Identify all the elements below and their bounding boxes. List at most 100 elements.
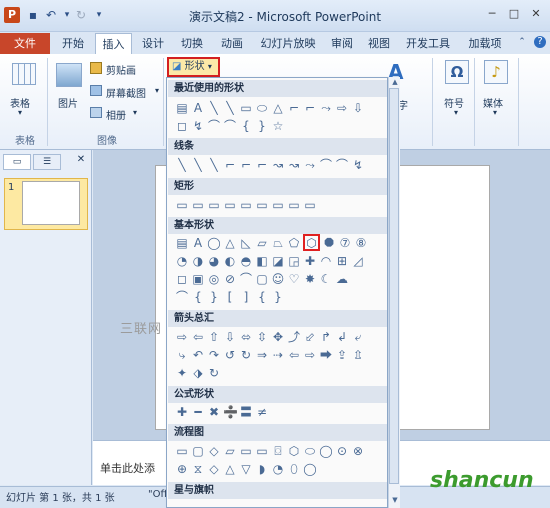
shape-option-icon[interactable]: ⊞ [335,254,349,268]
shape-option-icon[interactable]: ◺ [239,236,253,250]
shape-option-icon[interactable]: ⌒ [223,119,237,133]
shape-option-icon[interactable]: ⇦ [191,330,205,344]
tab-insert[interactable]: 插入 [95,33,132,54]
shape-option-icon[interactable]: △ [223,236,237,250]
scroll-up-icon[interactable]: ▲ [390,78,400,88]
shape-option-icon[interactable]: ⬭ [303,444,317,458]
tab-design[interactable]: 设计 [136,33,170,54]
shape-option-icon[interactable]: ▭ [239,198,253,212]
shape-option-icon[interactable]: ⬡ [287,444,301,458]
customize-qat-icon[interactable]: ▾ [92,8,106,22]
shape-option-icon[interactable]: ↻ [239,348,253,362]
shape-option-icon[interactable]: ▢ [255,272,269,286]
shape-option-icon[interactable]: ⯃ [322,236,336,250]
chevron-down-icon[interactable]: ▾ [18,108,22,117]
shape-option-icon[interactable]: ⇫ [351,348,365,362]
shape-option-icon[interactable]: ] [239,290,253,304]
shape-option-icon[interactable]: ▭ [287,198,301,212]
shape-option-icon[interactable]: A [191,236,205,250]
shape-option-icon[interactable]: ☆ [271,119,285,133]
shape-option-icon[interactable]: ◠ [319,254,333,268]
shape-option-icon[interactable]: ↯ [351,158,365,172]
shape-option-icon[interactable]: ✥ [271,330,285,344]
shape-option-icon[interactable]: ⇳ [255,330,269,344]
shape-option-icon[interactable]: ⌐ [255,158,269,172]
shape-option-icon[interactable]: ⌒ [175,290,189,304]
outline-tab-icon[interactable]: ☰ [33,154,61,170]
shape-option-icon[interactable]: ↷ [207,348,221,362]
tab-slideshow[interactable]: 幻灯片放映 [253,33,323,54]
media-icon[interactable]: ♪ [484,60,508,84]
shape-option-icon[interactable]: ⤴ [287,330,301,344]
picture-button[interactable]: 图片 [58,95,78,110]
shape-option-icon[interactable]: ↯ [191,119,205,133]
shape-option-icon[interactable]: ⑧ [354,236,368,250]
shape-option-icon[interactable]: ▭ [175,444,189,458]
shape-option-icon[interactable]: ◯ [207,236,221,250]
shape-option-icon[interactable]: ⇪ [335,348,349,362]
shape-option-icon[interactable]: ⌒ [239,272,253,286]
shape-option-icon[interactable]: ⊙ [335,444,349,458]
shape-option-icon[interactable]: ▢ [191,444,205,458]
slide-thumbnail[interactable] [22,181,80,225]
picture-icon[interactable] [56,63,82,87]
shape-option-icon[interactable]: ⮕ [319,348,333,362]
shape-option-icon[interactable]: ⌒ [319,158,333,172]
shape-option-icon[interactable]: ◔ [175,254,189,268]
shape-option-icon[interactable]: } [255,119,269,133]
shape-option-icon[interactable]: ⇩ [223,330,237,344]
save-icon[interactable]: ▪ [26,8,40,22]
undo-icon[interactable]: ↶ [44,8,58,22]
shape-option-icon[interactable]: ⬭ [255,101,269,115]
shape-option-icon[interactable]: ◓ [239,254,253,268]
shape-option-icon[interactable]: ⌼ [271,444,285,458]
shape-option-icon[interactable]: ✚ [175,405,189,419]
shape-option-icon[interactable]: ↝ [287,158,301,172]
shape-option-icon[interactable]: ⇨ [175,330,189,344]
shape-option-icon[interactable]: ◧ [255,254,269,268]
shape-option-icon[interactable]: ◻ [175,119,189,133]
redo-icon[interactable]: ↻ [74,8,88,22]
shape-option-icon[interactable]: ▭ [191,198,205,212]
shape-option-icon[interactable]: { [191,290,205,304]
shape-option-icon[interactable]: ▤ [175,101,189,115]
shape-option-icon[interactable]: ⊕ [175,462,189,476]
shape-option-icon[interactable]: ⇨ [303,348,317,362]
shape-option-icon[interactable]: ⬠ [287,236,301,250]
shape-option-icon[interactable]: { [239,119,253,133]
shape-option-icon[interactable]: ↻ [207,366,221,380]
shape-option-icon[interactable]: ⧖ [191,462,205,476]
shape-option-icon[interactable]: ↱ [319,330,333,344]
slides-tab-icon[interactable]: ▭ [3,154,31,170]
shape-option-icon[interactable]: ▱ [223,444,237,458]
shape-option-icon[interactable]: } [207,290,221,304]
shape-option-icon[interactable]: [ [223,290,237,304]
shapes-button[interactable]: ◪ 形状 ▾ [167,57,220,77]
shape-option-icon[interactable]: ╲ [223,101,237,115]
screenshot-button[interactable]: 屏幕截图 [106,85,146,100]
clipart-button[interactable]: 剪贴画 [106,62,136,77]
shape-option-icon[interactable]: ◑ [191,254,205,268]
shape-option-icon[interactable]: ⊗ [351,444,365,458]
tab-transitions[interactable]: 切换 [174,33,210,54]
clipart-icon[interactable] [90,62,102,74]
shape-option-icon[interactable]: ➗ [223,405,238,419]
shape-option-icon[interactable]: ⇩ [351,101,365,115]
shape-option-icon[interactable]: ▭ [303,198,317,212]
shape-option-icon[interactable]: ▱ [255,236,269,250]
shape-option-icon[interactable]: ╲ [191,158,205,172]
shape-option-icon[interactable]: ▣ [191,272,205,286]
table-icon[interactable] [12,63,36,85]
screenshot-icon[interactable] [90,85,102,96]
shape-option-icon[interactable]: } [271,290,285,304]
collapse-ribbon-icon[interactable]: ⌃ [516,37,528,49]
album-button[interactable]: 相册 [106,107,126,122]
shape-option-icon[interactable]: ⤳ [303,158,317,172]
shape-option-icon[interactable]: ▽ [239,462,253,476]
symbol-icon[interactable]: Ω [445,60,469,84]
shape-option-icon[interactable]: A [191,101,205,115]
close-pane-icon[interactable]: ✕ [74,154,88,168]
album-icon[interactable] [90,107,102,118]
shape-option-icon[interactable]: ▭ [255,198,269,212]
shape-option-icon[interactable]: ◻ [175,272,189,286]
